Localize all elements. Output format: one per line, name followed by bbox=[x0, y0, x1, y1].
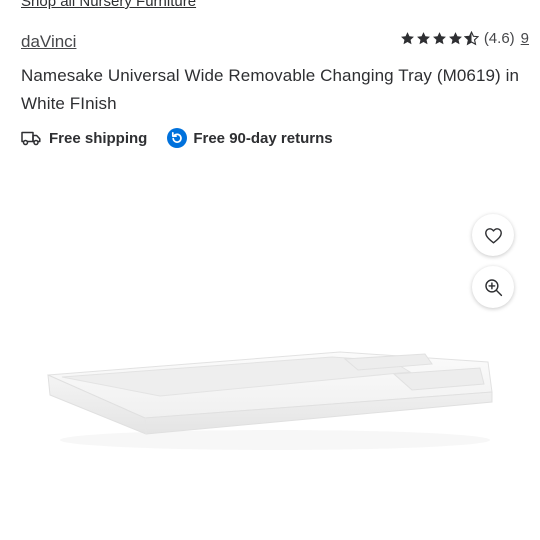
add-to-favorites-button[interactable] bbox=[472, 214, 514, 256]
star-full-icon bbox=[432, 31, 446, 44]
fulfillment-badges: Free shipping Free 90-day returns bbox=[21, 126, 333, 150]
star-full-icon bbox=[416, 31, 430, 44]
star-rating bbox=[400, 30, 479, 46]
review-count-link[interactable]: 9 bbox=[521, 30, 529, 47]
star-half-icon bbox=[463, 30, 479, 45]
free-returns-label: Free 90-day returns bbox=[193, 129, 333, 147]
zoom-image-button[interactable] bbox=[472, 266, 514, 308]
truck-icon bbox=[21, 131, 41, 146]
rating-summary[interactable]: (4.6) 9 bbox=[400, 28, 529, 48]
star-full-icon bbox=[400, 31, 414, 44]
free-shipping-label: Free shipping bbox=[49, 129, 148, 147]
return-arrow-icon bbox=[167, 128, 188, 148]
free-returns-badge: Free 90-day returns bbox=[167, 128, 333, 148]
zoom-in-icon bbox=[484, 278, 502, 296]
product-title: Namesake Universal Wide Removable Changi… bbox=[21, 66, 520, 113]
star-full-icon bbox=[448, 31, 462, 44]
product-image-changing-tray[interactable] bbox=[40, 340, 500, 460]
shop-all-nursery-link[interactable]: Shop all Nursery Furniture bbox=[21, 0, 196, 10]
free-shipping-badge: Free shipping bbox=[21, 130, 147, 147]
rating-value: (4.6) bbox=[483, 29, 515, 47]
heart-icon bbox=[484, 227, 502, 244]
product-page: Shop all Nursery Furniture daVinci (4.6)… bbox=[0, 0, 540, 540]
brand-link[interactable]: daVinci bbox=[21, 32, 76, 52]
product-image-gallery bbox=[0, 190, 540, 540]
